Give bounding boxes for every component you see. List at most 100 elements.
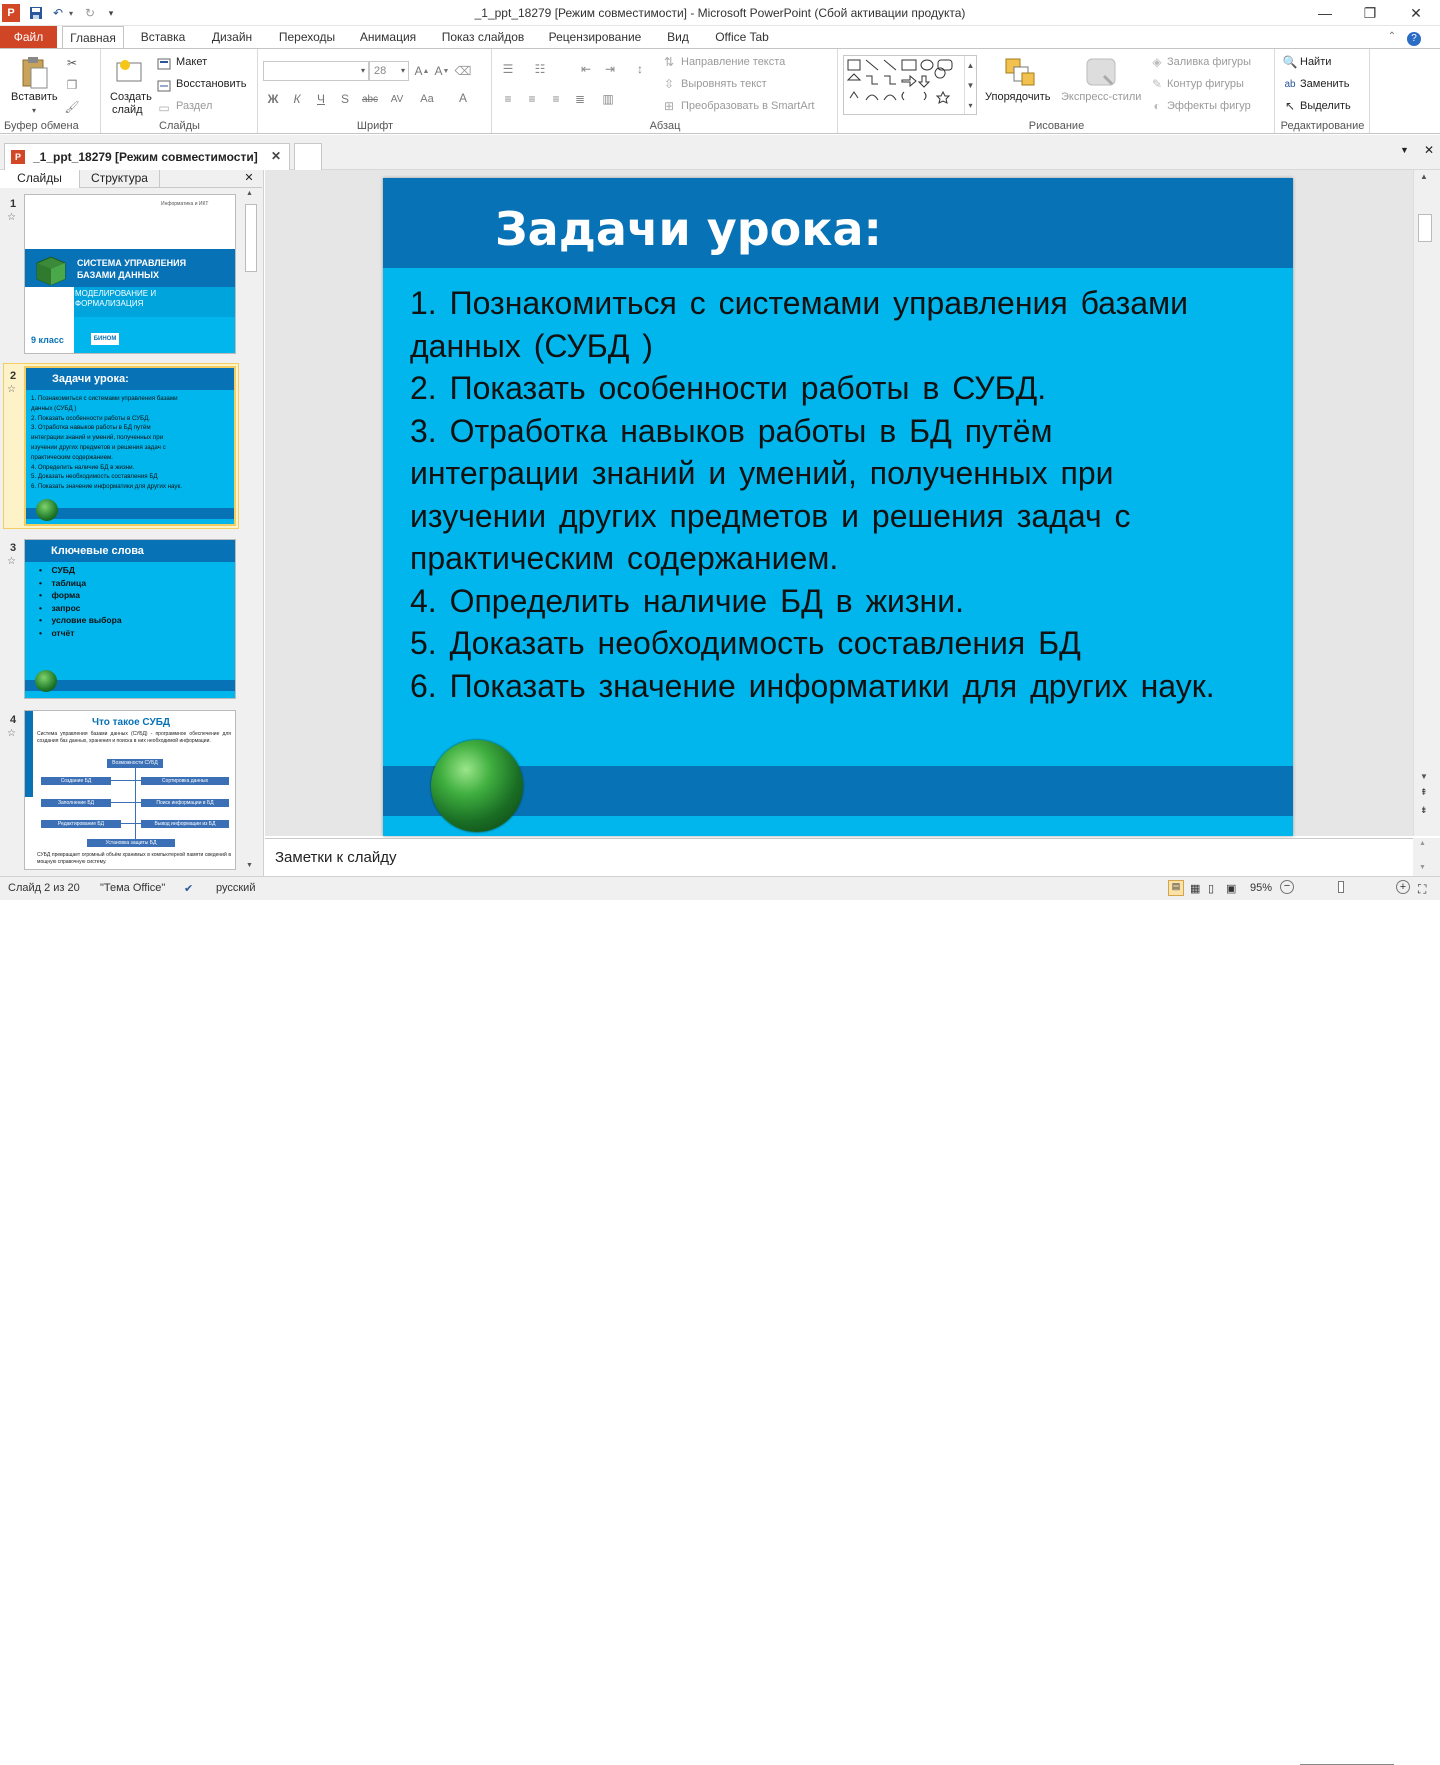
slide-thumbnail-1[interactable]: Информатика и ИКТ СИСТЕМА УПРАВЛЕНИЯ БАЗ… [24,194,236,354]
scroll-up-arrow-icon[interactable]: ▲ [1420,172,1428,181]
new-slide-button[interactable]: Создать [110,91,152,103]
numbering-icon[interactable]: ☷ [531,61,549,77]
reading-view-icon[interactable]: ▯ [1208,882,1214,895]
close-tab-icon[interactable]: ✕ [271,149,281,163]
font-color-icon[interactable]: A [455,89,471,107]
change-case-icon[interactable]: Aa [415,91,439,107]
slide-thumbnail-3[interactable]: Ключевые слова • СУБД • таблица • форма … [24,539,236,699]
help-icon[interactable]: ? [1404,26,1424,48]
find-button[interactable]: Найти [1300,56,1331,68]
zoom-out-icon[interactable]: − [1280,880,1294,894]
notes-placeholder[interactable]: Заметки к слайду [275,849,397,866]
minimize-button[interactable]: — [1302,0,1348,26]
strikethrough-icon[interactable]: abc [359,91,381,107]
shape-fill-button[interactable]: Заливка фигуры [1167,56,1251,68]
bold-icon[interactable]: Ж [265,91,281,107]
close-button[interactable]: ✕ [1393,0,1439,26]
underline-icon[interactable]: Ч [313,91,329,107]
language[interactable]: русский [216,882,255,894]
shrink-font-icon[interactable]: A ▼ [433,63,451,79]
shape-outline-button[interactable]: Контур фигуры [1167,78,1244,90]
tab-home[interactable]: Главная [62,26,124,49]
section-button[interactable]: Раздел [176,100,212,112]
slideshow-icon[interactable]: ▣ [1226,882,1236,895]
tab-outline[interactable]: Структура [80,170,160,188]
reset-button[interactable]: Восстановить [176,78,246,90]
tab-office-tab[interactable]: Office Tab [708,26,776,48]
layout-button[interactable]: Макет [176,56,207,68]
notes-pane[interactable]: Заметки к слайду [265,838,1413,876]
decrease-indent-icon[interactable]: ⇤ [577,61,595,77]
slide-title[interactable]: Задачи урока: [495,202,882,256]
tab-design[interactable]: Дизайн [202,26,262,48]
notes-scroll-up-icon[interactable]: ▲ [1419,840,1426,847]
tab-review[interactable]: Рецензирование [542,26,648,48]
slide-canvas[interactable]: Задачи урока: 1. Познакомиться с система… [383,178,1293,836]
zoom-slider-thumb[interactable] [1338,881,1344,893]
text-direction-button[interactable]: Направление текста [681,56,785,68]
close-pane-icon[interactable]: ✕ [240,170,258,188]
italic-icon[interactable]: К [289,91,305,107]
format-painter-icon[interactable]: 🖌 [64,99,80,115]
tab-view[interactable]: Вид [658,26,698,48]
arrange-icon[interactable] [1003,55,1039,91]
previous-slide-icon[interactable]: ⇞ [1420,788,1428,797]
columns-icon[interactable]: ▥ [599,91,617,107]
thumb-scroll-down-icon[interactable]: ▼ [246,862,253,869]
bullets-icon[interactable]: ☰ [499,61,517,77]
slide-thumbnail-2[interactable]: Задачи урока: 1. Познакомиться с система… [24,366,236,526]
zoom-in-icon[interactable]: + [1396,880,1410,894]
justify-icon[interactable]: ≣ [571,91,589,107]
shape-effects-button[interactable]: Эффекты фигур [1167,100,1251,112]
document-tab[interactable]: P _1_ppt_18279 [Режим совместимости] ✕ [4,143,290,170]
increase-indent-icon[interactable]: ⇥ [601,61,619,77]
notes-scrollbar[interactable]: ▲ ▼ [1413,838,1440,876]
grow-font-icon[interactable]: A ▲ [413,63,431,79]
tab-animation[interactable]: Анимация [352,26,424,48]
tab-slides[interactable]: Слайды [0,170,80,188]
quick-styles-icon[interactable] [1083,55,1119,89]
shadow-icon[interactable]: S [337,91,353,107]
replace-button[interactable]: Заменить [1300,78,1349,90]
paste-icon[interactable] [18,55,50,91]
smartart-button[interactable]: Преобразовать в SmartArt [681,100,814,112]
tab-insert[interactable]: Вставка [134,26,192,48]
arrange-button[interactable]: Упорядочить [985,91,1050,103]
next-slide-icon[interactable]: ⇟ [1420,806,1428,815]
scroll-thumb[interactable] [1418,214,1432,242]
slide-body[interactable]: 1. Познакомиться с системами управления … [410,282,1280,707]
theme-name[interactable]: "Тема Office" [100,882,165,894]
slide-sorter-icon[interactable]: ▦ [1190,882,1200,895]
slide-thumbnail-4[interactable]: Что такое СУБД Система управления базами… [24,710,236,870]
tab-transitions[interactable]: Переходы [272,26,342,48]
char-spacing-icon[interactable]: AV [385,91,409,107]
tab-slideshow[interactable]: Показ слайдов [434,26,532,48]
vertical-scrollbar[interactable]: ▲ ▼ ⇞ ⇟ [1413,170,1440,836]
zoom-level[interactable]: 95% [1250,882,1272,894]
cut-icon[interactable]: ✂ [64,55,80,71]
tab-list-icon[interactable]: ▼ [1400,145,1409,155]
line-spacing-icon[interactable]: ↕ [631,61,649,77]
quick-styles-button[interactable]: Экспресс-стили [1061,91,1141,103]
scroll-down-arrow-icon[interactable]: ▼ [1420,772,1428,781]
align-left-icon[interactable]: ≡ [499,91,517,107]
align-right-icon[interactable]: ≡ [547,91,565,107]
shapes-gallery[interactable]: ▲ ▼ ▾ [843,55,977,115]
clear-format-icon[interactable]: ⌫ [455,63,472,79]
align-center-icon[interactable]: ≡ [523,91,541,107]
notes-scroll-down-icon[interactable]: ▼ [1419,864,1426,871]
new-tab-button[interactable] [294,143,322,170]
thumb-scroll-thumb[interactable] [245,204,257,272]
restore-button[interactable]: ❐ [1347,0,1393,26]
spellcheck-icon[interactable]: ✔ [184,882,193,895]
paste-button[interactable]: Вставить [11,91,58,103]
tab-file[interactable]: Файл [0,26,57,48]
close-all-icon[interactable]: ✕ [1424,143,1434,157]
font-family-combo[interactable]: ▾ [263,61,369,81]
normal-view-icon[interactable]: ▤ [1168,880,1184,896]
thumbnail-scrollbar[interactable]: ▲ ▼ [242,188,260,876]
align-text-button[interactable]: Выровнять текст [681,78,767,90]
minimize-ribbon-icon[interactable]: ⌃ [1382,26,1402,48]
copy-icon[interactable]: ❐ [64,77,80,93]
thumb-scroll-up-icon[interactable]: ▲ [246,190,253,197]
